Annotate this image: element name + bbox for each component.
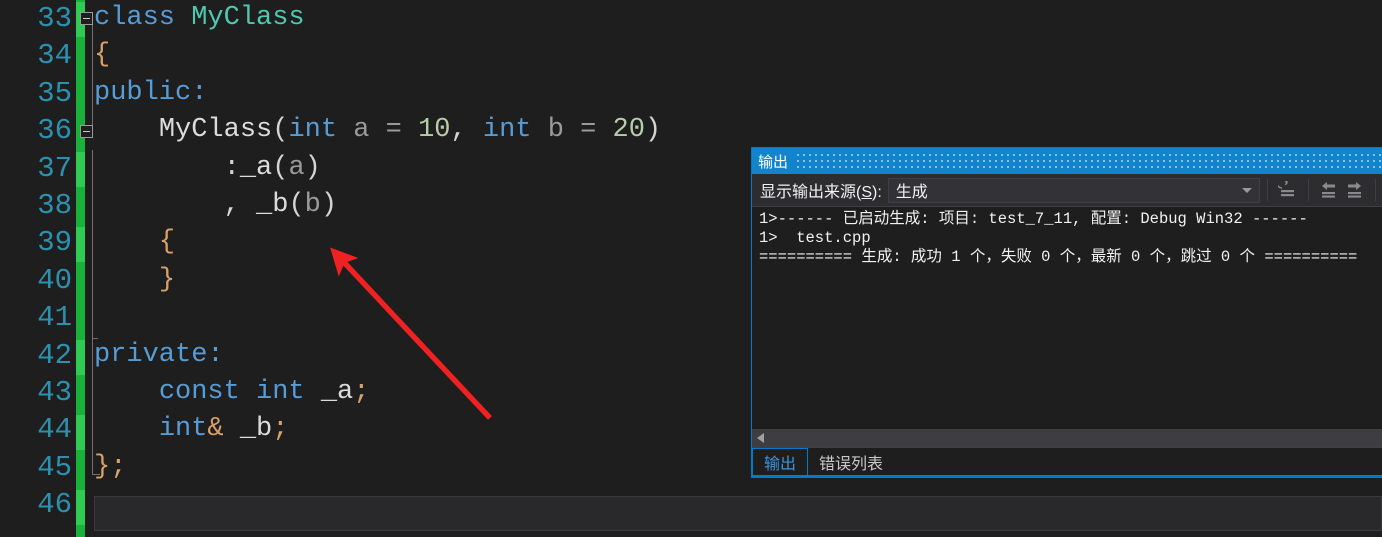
code-line-content: };: [94, 451, 127, 482]
previous-message-button[interactable]: [1316, 178, 1342, 202]
code-line-content: }: [158, 264, 176, 295]
output-line: 1>------ 已启动生成: 项目: test_7_11, 配置: Debug…: [759, 210, 1308, 228]
scroll-left-arrow-icon[interactable]: [757, 433, 764, 443]
code-line-content: :_a(a): [223, 152, 321, 183]
code-line-content: class MyClass: [94, 3, 305, 33]
output-panel-title: 输出: [758, 153, 789, 171]
line-number: 39: [37, 226, 72, 260]
line-number: 43: [37, 376, 72, 409]
toolbar-separator: [1374, 179, 1376, 201]
line-number: 37: [37, 151, 72, 185]
line-number: 34: [37, 39, 72, 73]
line-number: 33: [37, 2, 72, 35]
code-line[interactable]: 36 MyClass(int a = 10, int b = 20): [0, 112, 1382, 149]
output-line: 1> test.cpp: [759, 229, 871, 247]
line-number: 45: [37, 450, 72, 484]
code-line-content: {: [158, 227, 176, 258]
tab-output[interactable]: 输出: [752, 448, 809, 475]
line-number: 35: [37, 76, 72, 110]
line-number: 36: [37, 114, 72, 148]
code-line-content: {: [94, 40, 111, 71]
line-number: 44: [37, 413, 72, 447]
toolbar-separator: [1307, 179, 1309, 201]
line-number: 40: [37, 263, 72, 297]
drag-grip-icon[interactable]: [797, 152, 1382, 170]
output-panel-toolbar[interactable]: 显示输出来源(S): 生成: [752, 174, 1382, 207]
code-line-content: private:: [94, 339, 224, 370]
line-number: 38: [37, 189, 72, 222]
output-source-combobox[interactable]: 生成: [887, 177, 1260, 203]
code-line[interactable]: 46: [0, 486, 1382, 523]
output-line: ========== 生成: 成功 1 个，失败 0 个，最新 0 个，跳过 0…: [759, 248, 1358, 266]
code-line-content: const int _a;: [158, 377, 370, 407]
output-source-value: 生成: [895, 184, 928, 201]
output-source-label-accel: S: [861, 184, 873, 201]
line-number: 46: [37, 488, 72, 522]
code-line[interactable]: 34 {: [0, 37, 1382, 74]
active-tab-underline: [752, 475, 1382, 477]
code-line[interactable]: 33 class MyClass: [0, 0, 1382, 37]
chevron-down-icon[interactable]: [1241, 188, 1252, 193]
tab-error-list-label: 错误列表: [819, 455, 884, 473]
output-source-label-suffix: ):: [872, 184, 882, 201]
next-message-button[interactable]: [1342, 178, 1368, 202]
code-line-content: int& _b;: [158, 414, 289, 445]
tab-output-label: 输出: [764, 456, 797, 473]
code-line[interactable]: 35 public:: [0, 75, 1382, 112]
code-line-content: MyClass(int a = 10, int b = 20): [158, 115, 662, 146]
visual-studio-window: 33 class MyClass 34 { 35 public: 36 MyCl…: [0, 0, 1382, 537]
output-panel-tabstrip[interactable]: 输出 错误列表: [752, 447, 1382, 475]
output-panel-content[interactable]: 1>------ 已启动生成: 项目: test_7_11, 配置: Debug…: [752, 207, 1382, 428]
code-line-content: public:: [94, 77, 208, 108]
line-number: 42: [37, 338, 72, 372]
code-line-content: , _b(b): [223, 190, 338, 220]
toolbar-separator: [1266, 179, 1268, 201]
clear-output-button[interactable]: [1275, 178, 1301, 202]
output-panel-titlebar[interactable]: 输出: [752, 148, 1382, 174]
output-tool-window[interactable]: 输出 显示输出来源(S): 生成 1>------ 已启动生成: 项目: tes…: [751, 147, 1382, 478]
horizontal-scrollbar[interactable]: [752, 428, 1382, 447]
output-source-label-prefix: 显示输出来源(: [760, 184, 862, 201]
tab-error-list[interactable]: 错误列表: [808, 448, 894, 475]
line-number: 41: [37, 301, 72, 335]
output-source-label: 显示输出来源(S):: [752, 178, 888, 202]
